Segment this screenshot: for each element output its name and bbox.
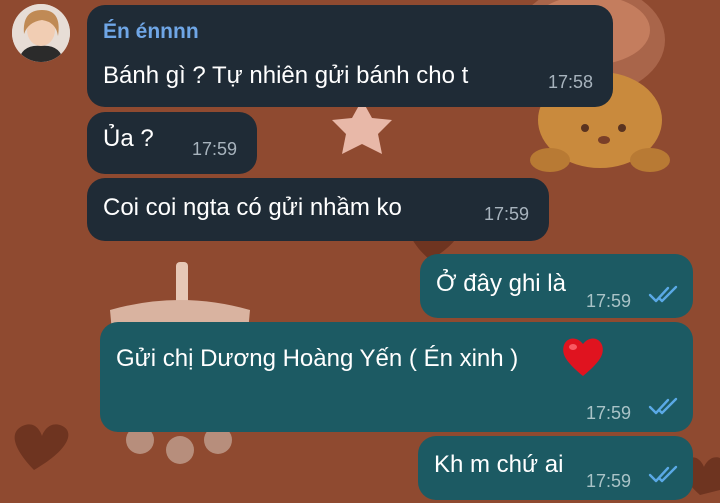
message-time: 17:58 [547, 72, 593, 92]
contact-avatar[interactable] [12, 4, 70, 62]
message-bubble-incoming[interactable]: Én énnnn Bánh gì ? Tự nhiên gửi bánh cho… [87, 5, 613, 107]
message-bubble-outgoing[interactable]: Kh m chứ ai 17:59 [418, 436, 693, 500]
message-time: 17:59 [586, 403, 632, 423]
message-time: 17:59 [586, 291, 632, 311]
message-text: Gửi chị Dương Hoàng Yến ( Én xinh ) [116, 345, 519, 372]
message-time: 17:59 [586, 471, 632, 491]
sender-name[interactable]: Én énnnn [103, 17, 199, 47]
message-text: Bánh gì ? Tự nhiên gửi bánh cho t [103, 62, 469, 89]
message-text: Ở đây ghi là [436, 270, 566, 297]
read-receipt-double-check-icon [648, 285, 678, 303]
red-heart-emoji-icon [563, 338, 603, 376]
read-receipt-double-check-icon [648, 397, 678, 415]
read-receipt-double-check-icon [648, 465, 678, 483]
wallpaper-heart-left [14, 424, 69, 470]
message-text: Ủa ? [103, 125, 154, 152]
message-bubble-incoming[interactable]: Ủa ? 17:59 [87, 112, 257, 174]
wallpaper-star [332, 100, 392, 154]
message-text: Coi coi ngta có gửi nhầm ko [103, 194, 402, 221]
message-bubble-incoming[interactable]: Coi coi ngta có gửi nhầm ko 17:59 [87, 178, 549, 241]
message-time: 17:59 [483, 204, 529, 224]
message-text: Kh m chứ ai [434, 451, 564, 478]
message-time: 17:59 [191, 139, 237, 159]
avatar-portrait-icon [12, 4, 70, 62]
message-bubble-outgoing[interactable]: Ở đây ghi là 17:59 [420, 254, 693, 318]
message-bubble-outgoing[interactable]: Gửi chị Dương Hoàng Yến ( Én xinh ) 17:5… [100, 322, 693, 432]
